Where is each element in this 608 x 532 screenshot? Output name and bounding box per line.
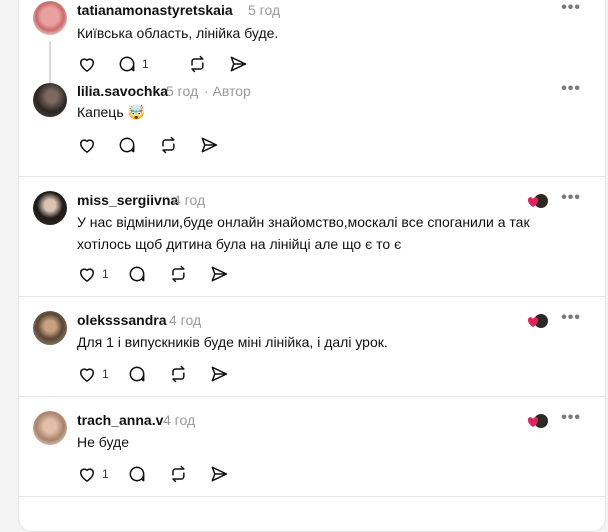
comment-text: Для 1 і випускників буде міні лінійка, і… [77, 334, 388, 350]
reply-count: 1 [142, 57, 149, 71]
timestamp[interactable]: 4 год [163, 412, 195, 428]
heart-icon [79, 268, 95, 282]
liked-by-author-badge [527, 194, 548, 208]
send-icon [211, 466, 228, 482]
like-button[interactable]: 1 [77, 363, 109, 385]
send-icon [230, 56, 247, 72]
comment-text: Не буде [77, 434, 129, 450]
timestamp[interactable]: 4 год [169, 312, 201, 328]
share-button[interactable] [228, 53, 248, 75]
share-button[interactable] [209, 263, 229, 285]
timestamp[interactable]: 4 год [173, 192, 205, 208]
liked-by-author-badge [527, 314, 548, 328]
repost-icon [172, 365, 185, 383]
send-icon [211, 366, 228, 382]
heart-icon [79, 368, 95, 382]
divider [19, 496, 605, 497]
heart-icon [79, 58, 95, 72]
repost-button[interactable] [168, 463, 188, 485]
repost-icon [172, 465, 185, 483]
reply-button[interactable] [127, 363, 147, 385]
repost-icon [191, 55, 204, 73]
avatar[interactable] [33, 311, 67, 345]
username[interactable]: tatianamonastyretskaia [77, 2, 233, 18]
timestamp[interactable]: 5 год [166, 83, 198, 99]
divider [19, 296, 605, 297]
send-icon [211, 266, 228, 282]
timestamp[interactable]: 5 год [248, 2, 280, 18]
heart-icon [79, 468, 95, 482]
comment-text: Капець 🤯 [77, 104, 145, 120]
more-options-button[interactable]: ••• [561, 409, 581, 427]
more-options-button[interactable]: ••• [561, 0, 581, 17]
speech-bubble-icon [129, 466, 145, 482]
like-count: 1 [102, 367, 109, 381]
avatar[interactable] [33, 1, 67, 35]
speech-bubble-icon [129, 266, 145, 282]
like-count: 1 [102, 467, 109, 481]
reply-button[interactable] [127, 463, 147, 485]
like-button[interactable]: 1 [77, 463, 109, 485]
avatar[interactable] [33, 191, 67, 225]
more-options-button[interactable]: ••• [561, 189, 581, 207]
reply-button[interactable] [117, 134, 137, 156]
comment-text: У нас відмінили,буде онлайн знайомство,м… [77, 214, 530, 252]
repost-button[interactable] [158, 134, 178, 156]
comments-panel: tatianamonastyretskaia 5 год ••• Київськ… [18, 0, 606, 532]
avatar[interactable] [33, 411, 67, 445]
speech-bubble-icon [119, 56, 135, 72]
like-button[interactable] [77, 53, 97, 75]
username[interactable]: miss_sergiivna [77, 192, 178, 208]
repost-button[interactable] [168, 263, 188, 285]
like-button[interactable] [77, 134, 97, 156]
more-options-button[interactable]: ••• [561, 309, 581, 327]
username[interactable]: lilia.savochka [77, 83, 168, 99]
repost-button[interactable] [168, 363, 188, 385]
repost-button[interactable] [187, 53, 207, 75]
comment-text: Київська область, лінійка буде. [77, 25, 279, 41]
share-button[interactable] [209, 463, 229, 485]
divider [19, 176, 605, 177]
like-button[interactable]: 1 [77, 263, 109, 285]
reply-button[interactable] [127, 263, 147, 285]
username[interactable]: oleksssandra [77, 312, 167, 328]
avatar[interactable] [33, 83, 67, 117]
speech-bubble-icon [119, 137, 135, 153]
speech-bubble-icon [129, 366, 145, 382]
share-button[interactable] [199, 134, 219, 156]
repost-icon [162, 136, 175, 154]
like-count: 1 [102, 267, 109, 281]
author-tag: · Автор [204, 83, 251, 99]
divider [19, 396, 605, 397]
share-button[interactable] [209, 363, 229, 385]
liked-by-author-badge [527, 414, 548, 428]
username[interactable]: trach_anna.v [77, 412, 163, 428]
repost-icon [172, 265, 185, 283]
reply-button[interactable]: 1 [117, 53, 149, 75]
more-options-button[interactable]: ••• [561, 80, 581, 98]
send-icon [201, 137, 218, 153]
heart-icon [79, 139, 95, 153]
